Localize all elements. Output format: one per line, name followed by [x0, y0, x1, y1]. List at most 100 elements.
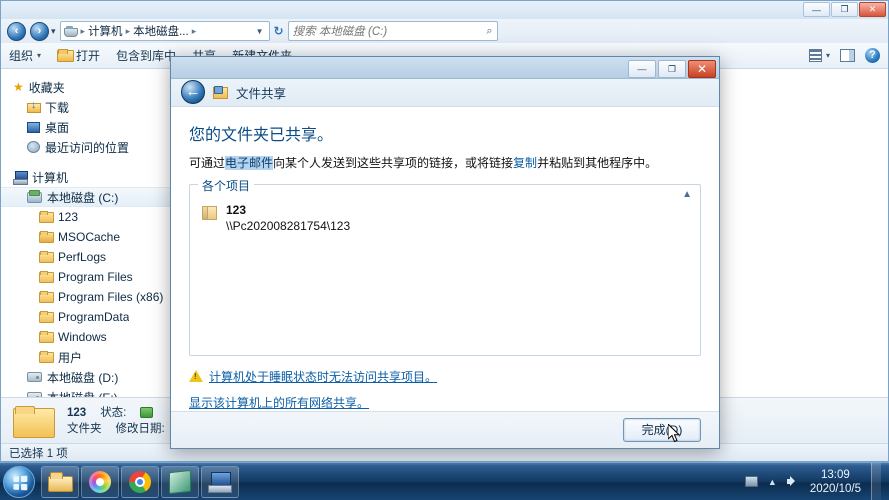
taskbar-item-firefox[interactable] [81, 465, 119, 498]
dialog-back-button[interactable]: ← [181, 80, 205, 105]
sidebar-divider [1, 157, 172, 167]
sidebar-item-local-disk-d[interactable]: 本地磁盘 (D:) [1, 367, 172, 387]
search-input[interactable]: 搜索 本地磁盘 (C:) ⌕ [287, 21, 498, 41]
shared-folder-icon [202, 205, 218, 221]
volume-icon[interactable] [786, 475, 800, 488]
details-text: 123 状态: 文件夹 修改日期: 2 [67, 405, 185, 437]
computer-icon [13, 171, 28, 185]
computer-icon [208, 471, 232, 493]
drive-icon [27, 189, 42, 203]
shared-item-row[interactable]: 123 \\Pc202008281754\123 [190, 185, 700, 234]
details-modified-label: 修改日期: [115, 422, 165, 435]
include-in-library-button[interactable]: 包含到库中 [116, 47, 176, 64]
address-bar[interactable]: ▸ 计算机 ▸ 本地磁盘... ▸ ▼ [59, 21, 270, 41]
dialog-heading: 您的文件夹已共享。 [189, 126, 334, 144]
clock[interactable]: 13:09 2020/10/5 [810, 468, 861, 496]
dialog-title: 文件共享 [236, 86, 287, 101]
dialog-maximize-button[interactable]: ❐ [658, 60, 686, 78]
show-all-shares-link[interactable]: 显示该计算机上的所有网络共享。 [189, 394, 369, 411]
computer-icon [63, 25, 78, 38]
clock-time: 13:09 [821, 468, 850, 481]
shared-item-name: 123 [226, 202, 247, 217]
breadcrumb-computer[interactable]: 计算机 [88, 23, 123, 39]
description-part2: 向某个人发送到这些共享项的链接，或将链接 [273, 155, 514, 170]
back-button[interactable]: ‹ [7, 21, 26, 41]
sidebar-item-users[interactable]: 用户 [1, 347, 172, 367]
organize-menu[interactable]: 组织 ▾ [9, 47, 41, 64]
finish-button[interactable]: 完成(D) [623, 417, 701, 442]
sidebar-item-local-disk-c[interactable]: 本地磁盘 (C:) [1, 187, 172, 207]
start-button[interactable] [3, 465, 35, 498]
folder-icon [39, 291, 54, 303]
folder-icon [39, 331, 54, 343]
views-icon [808, 49, 822, 62]
status-bar-text: 已选择 1 项 [9, 447, 68, 460]
dialog-titlebar: — ❐ ✕ [171, 57, 719, 79]
taskbar-item-computer[interactable] [201, 465, 239, 498]
sidebar-item-msocache[interactable]: MSOCache [1, 227, 172, 247]
chevron-down-icon: ▾ [825, 51, 830, 60]
desktop-screen: 计算机 — ❐ ✕ ‹ › ▾ ▸ 计算机 ▸ 本地磁盘... ▸ ▼ ↻ [0, 0, 889, 500]
sidebar-item-label: 计算机 [32, 170, 69, 185]
shared-items-group: 各个项目 ▲ 123 \\Pc202008281754\123 [189, 176, 701, 356]
chevron-up-icon[interactable]: ▲ [682, 189, 692, 200]
folder-open-icon [57, 49, 75, 62]
sidebar-item-downloads[interactable]: 下载 [1, 97, 172, 117]
description-part3: 并粘贴到其他程序中。 [537, 155, 658, 170]
clock-date: 2020/10/5 [809, 482, 861, 495]
refresh-icon[interactable]: ↻ [274, 24, 284, 38]
chevron-down-icon[interactable]: ▼ [256, 27, 267, 36]
show-desktop-button[interactable] [871, 462, 881, 500]
sidebar-item-recent-places[interactable]: 最近访问的位置 [1, 137, 172, 157]
sidebar-item-label: 下载 [45, 100, 70, 115]
dialog-close-button[interactable]: ✕ [688, 60, 716, 78]
dialog-nav: ← 文件共享 [171, 79, 719, 107]
sidebar-item-favorites[interactable]: ★ 收藏夹 [1, 77, 172, 97]
sidebar-item-programdata[interactable]: ProgramData [1, 307, 172, 327]
recent-locations-caret[interactable]: ▾ [51, 26, 56, 37]
sidebar-item-label: ProgramData [58, 310, 130, 324]
dialog-footer: 完成(D) [171, 410, 719, 448]
sidebar-item-windows[interactable]: Windows [1, 327, 172, 347]
shared-item-path: \\Pc202008281754\123 [226, 218, 351, 233]
open-button[interactable]: 打开 [57, 47, 100, 64]
maximize-button[interactable]: ❐ [831, 2, 858, 17]
forward-button[interactable]: › [30, 21, 49, 41]
sidebar-item-123[interactable]: 123 [1, 207, 172, 227]
sidebar-item-label: PerfLogs [58, 250, 107, 264]
sidebar-item-perflogs[interactable]: PerfLogs [1, 247, 172, 267]
taskbar-item-green-app[interactable] [161, 465, 199, 498]
recent-places-icon [27, 141, 40, 153]
sidebar-item-program-files[interactable]: Program Files [1, 267, 172, 287]
toolbar-right-group: ▾ ? [808, 48, 880, 63]
details-type: 文件夹 [67, 422, 102, 435]
taskbar-item-file-explorer[interactable] [41, 465, 79, 498]
email-link[interactable]: 电子邮件 [225, 155, 274, 170]
network-icon[interactable] [744, 476, 758, 487]
sidebar-item-local-disk-e[interactable]: 本地磁盘 (E:) [1, 387, 172, 397]
breadcrumb-local-disk[interactable]: 本地磁盘... [133, 23, 189, 39]
system-tray: ▲ 13:09 2020/10/5 [744, 462, 889, 500]
downloads-icon [27, 99, 41, 113]
folder-icon [39, 231, 54, 243]
preview-pane-icon[interactable] [840, 49, 855, 62]
sidebar-item-label: 桌面 [45, 120, 70, 135]
warning-icon [189, 370, 203, 383]
sleep-warning-link[interactable]: 计算机处于睡眠状态时无法访问共享项目。 [209, 368, 437, 385]
minimize-button[interactable]: — [803, 2, 830, 17]
show-hidden-icons-arrow[interactable]: ▲ [768, 477, 777, 487]
sidebar-item-program-files-x86[interactable]: Program Files (x86) [1, 287, 172, 307]
taskbar-item-chrome[interactable] [121, 465, 159, 498]
change-view-button[interactable]: ▾ [808, 49, 830, 62]
close-button[interactable]: ✕ [859, 2, 886, 17]
sidebar-item-label: Windows [58, 330, 107, 344]
details-status-label: 状态: [100, 406, 127, 419]
sidebar-item-desktop[interactable]: 桌面 [1, 117, 172, 137]
folder-icon [39, 271, 54, 283]
folder-icon [39, 311, 54, 323]
copy-link[interactable]: 复制 [513, 156, 537, 170]
dialog-minimize-button[interactable]: — [628, 60, 656, 78]
help-icon[interactable]: ? [865, 48, 880, 63]
sidebar-item-computer[interactable]: 计算机 [1, 167, 172, 187]
firefox-icon [89, 470, 111, 493]
